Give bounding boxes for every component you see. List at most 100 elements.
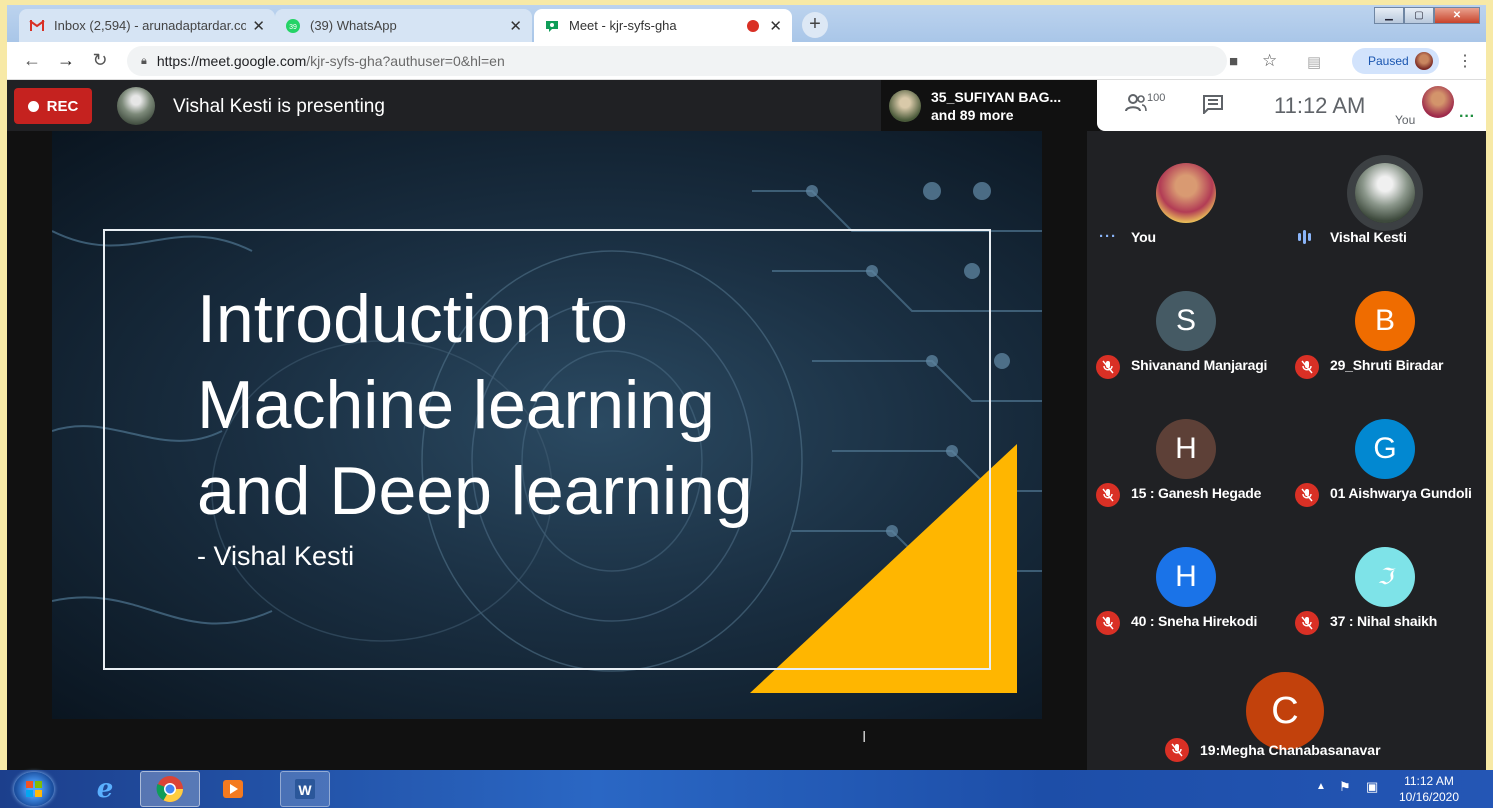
participant-tile[interactable]: B 29_Shruti Biradar [1286,259,1484,387]
rec-label: REC [46,97,79,115]
chrome-taskbar-icon[interactable] [140,771,200,807]
network-icon[interactable]: ▣ [1366,779,1378,795]
participant-name: 29_Shruti Biradar [1330,357,1444,373]
avatar: H [1156,547,1216,607]
taskbar: e W ▲ ⚑ ▣ 11:12 AM 10/16/2020 [0,770,1493,808]
whatsapp-icon: 39 [285,18,301,34]
participant-tile[interactable]: S Shivanand Manjaragi [1087,259,1285,387]
you-label: You [1395,113,1416,127]
meet-top-bar: REC Vishal Kesti is presenting 35_SUFIYA… [7,80,1486,131]
start-button[interactable] [14,772,54,806]
lock-icon: 🔒︎ [141,54,147,67]
avatar [1355,163,1415,223]
gmail-icon [29,18,45,34]
other-participants-chip[interactable]: 35_SUFIYAN BAG... and 89 more [881,80,1100,131]
participant-name: Shivanand Manjaragi [1131,357,1268,373]
participant-name: 37 : Nihal shaikh [1330,613,1438,629]
close-tab-icon[interactable]: ✕ [769,17,782,35]
participant-tile[interactable]: G 01 Aishwarya Gundoli [1286,387,1484,515]
participant-name: 15 : Ganesh Hegade [1131,485,1262,501]
mic-off-icon [1096,355,1120,379]
chat-icon[interactable] [1202,94,1224,120]
taskbar-time: 11:12 AM [1404,774,1454,788]
profile-avatar [1414,52,1433,70]
speaking-indicator-icon [1298,230,1311,244]
avatar: C [1246,672,1324,750]
avatar [1156,163,1216,223]
close-window-button[interactable]: ✕ [1434,7,1480,24]
browser-toolbar: ← → ↻ 🔒︎ https://meet.google.com/kjr-syf… [7,42,1486,80]
mic-off-icon [1295,611,1319,635]
avatar: ℑ [1355,547,1415,607]
address-bar[interactable]: 🔒︎ https://meet.google.com/kjr-syfs-gha?… [127,46,1227,76]
recording-badge: REC [14,88,92,124]
svg-text:W: W [298,782,312,798]
cast-icon[interactable]: ▤ [1307,53,1321,71]
participant-avatar [889,89,921,122]
slide-title-line: Machine learning [197,367,715,443]
people-icon[interactable] [1125,94,1147,118]
others-more: and 89 more [931,106,1014,123]
mic-off-icon [1096,611,1120,635]
participant-name: 40 : Sneha Hirekodi [1131,613,1258,629]
profile-button[interactable]: Paused [1352,48,1439,74]
bookmark-star-icon[interactable]: ☆ [1262,51,1277,71]
close-tab-icon[interactable]: ✕ [509,17,522,35]
participant-tile[interactable]: H 15 : Ganesh Hegade [1087,387,1285,515]
self-avatar[interactable] [1422,86,1454,118]
taskbar-clock[interactable]: 11:12 AM 10/16/2020 [1392,773,1466,805]
text-cursor-icon: I [862,729,867,746]
tab-whatsapp[interactable]: 39 (39) WhatsApp ✕ [275,9,532,42]
minimize-button[interactable]: ▁ [1374,7,1404,24]
browser-window: Inbox (2,594) - arunadaptardar.co ✕ 39 (… [7,5,1486,770]
avatar: H [1156,419,1216,479]
tab-strip: Inbox (2,594) - arunadaptardar.co ✕ 39 (… [7,5,1486,42]
profile-status: Paused [1368,54,1409,68]
taskbar-date: 10/16/2020 [1398,790,1460,804]
more-dots-icon[interactable]: ··· [1459,108,1475,126]
participant-tile[interactable]: ··· You [1087,131,1285,259]
camera-icon[interactable]: ■ [1229,53,1238,70]
presentation-slide: Introduction to Machine learning and Dee… [52,131,1042,719]
tab-meet[interactable]: Meet - kjr-syfs-gha ✕ [534,9,792,42]
mic-off-icon [1165,738,1189,762]
window-controls: ▁ ▢ ✕ [1374,7,1480,24]
meet-controls-bar: 100 11:12 AM You ··· [1097,80,1486,131]
participant-tile[interactable]: H 40 : Sneha Hirekodi [1087,515,1285,643]
slide-title-line: Introduction to [197,281,628,357]
participant-tile[interactable]: ℑ 37 : Nihal shaikh [1286,515,1484,643]
presentation-stage: Introduction to Machine learning and Dee… [7,131,1087,770]
tray-arrow-icon[interactable]: ▲ [1316,781,1326,792]
close-tab-icon[interactable]: ✕ [252,17,265,35]
tab-title: Meet - kjr-syfs-gha [569,18,677,33]
meet-app: REC Vishal Kesti is presenting 35_SUFIYA… [7,80,1486,770]
participant-tile[interactable]: C 19:Megha Chanabasanavar [1155,672,1415,770]
presenting-text: Vishal Kesti is presenting [173,96,385,117]
more-dots-icon[interactable]: ··· [1099,228,1117,245]
participant-name: 19:Megha Chanabasanavar [1200,742,1381,758]
participant-tile[interactable]: Vishal Kesti [1286,131,1484,259]
avatar: G [1355,419,1415,479]
presenter-avatar [117,87,155,125]
ie-taskbar-icon[interactable]: e [80,773,130,805]
flag-icon[interactable]: ⚑ [1339,779,1351,795]
new-tab-button[interactable]: + [802,12,828,38]
recording-dot-icon [747,19,760,32]
url-host: https://meet.google.com [156,53,307,69]
menu-icon[interactable]: ⋮ [1457,51,1473,71]
tab-title: (39) WhatsApp [310,18,397,33]
word-taskbar-icon[interactable]: W [280,771,330,807]
whatsapp-badge: 39 [289,24,297,31]
maximize-button[interactable]: ▢ [1404,7,1434,24]
forward-button[interactable]: → [49,50,83,71]
record-dot-icon [27,100,39,112]
media-player-taskbar-icon[interactable] [208,773,258,805]
slide-subtitle: - Vishal Kesti [197,541,355,571]
participant-name: Vishal Kesti [1330,229,1407,245]
reload-button[interactable]: ↻ [83,50,117,71]
back-button[interactable]: ← [15,50,49,71]
tab-gmail[interactable]: Inbox (2,594) - arunadaptardar.co ✕ [19,9,275,42]
mic-off-icon [1096,483,1120,507]
others-name: 35_SUFIYAN BAG... [931,88,1062,105]
people-count: 100 [1147,92,1166,104]
